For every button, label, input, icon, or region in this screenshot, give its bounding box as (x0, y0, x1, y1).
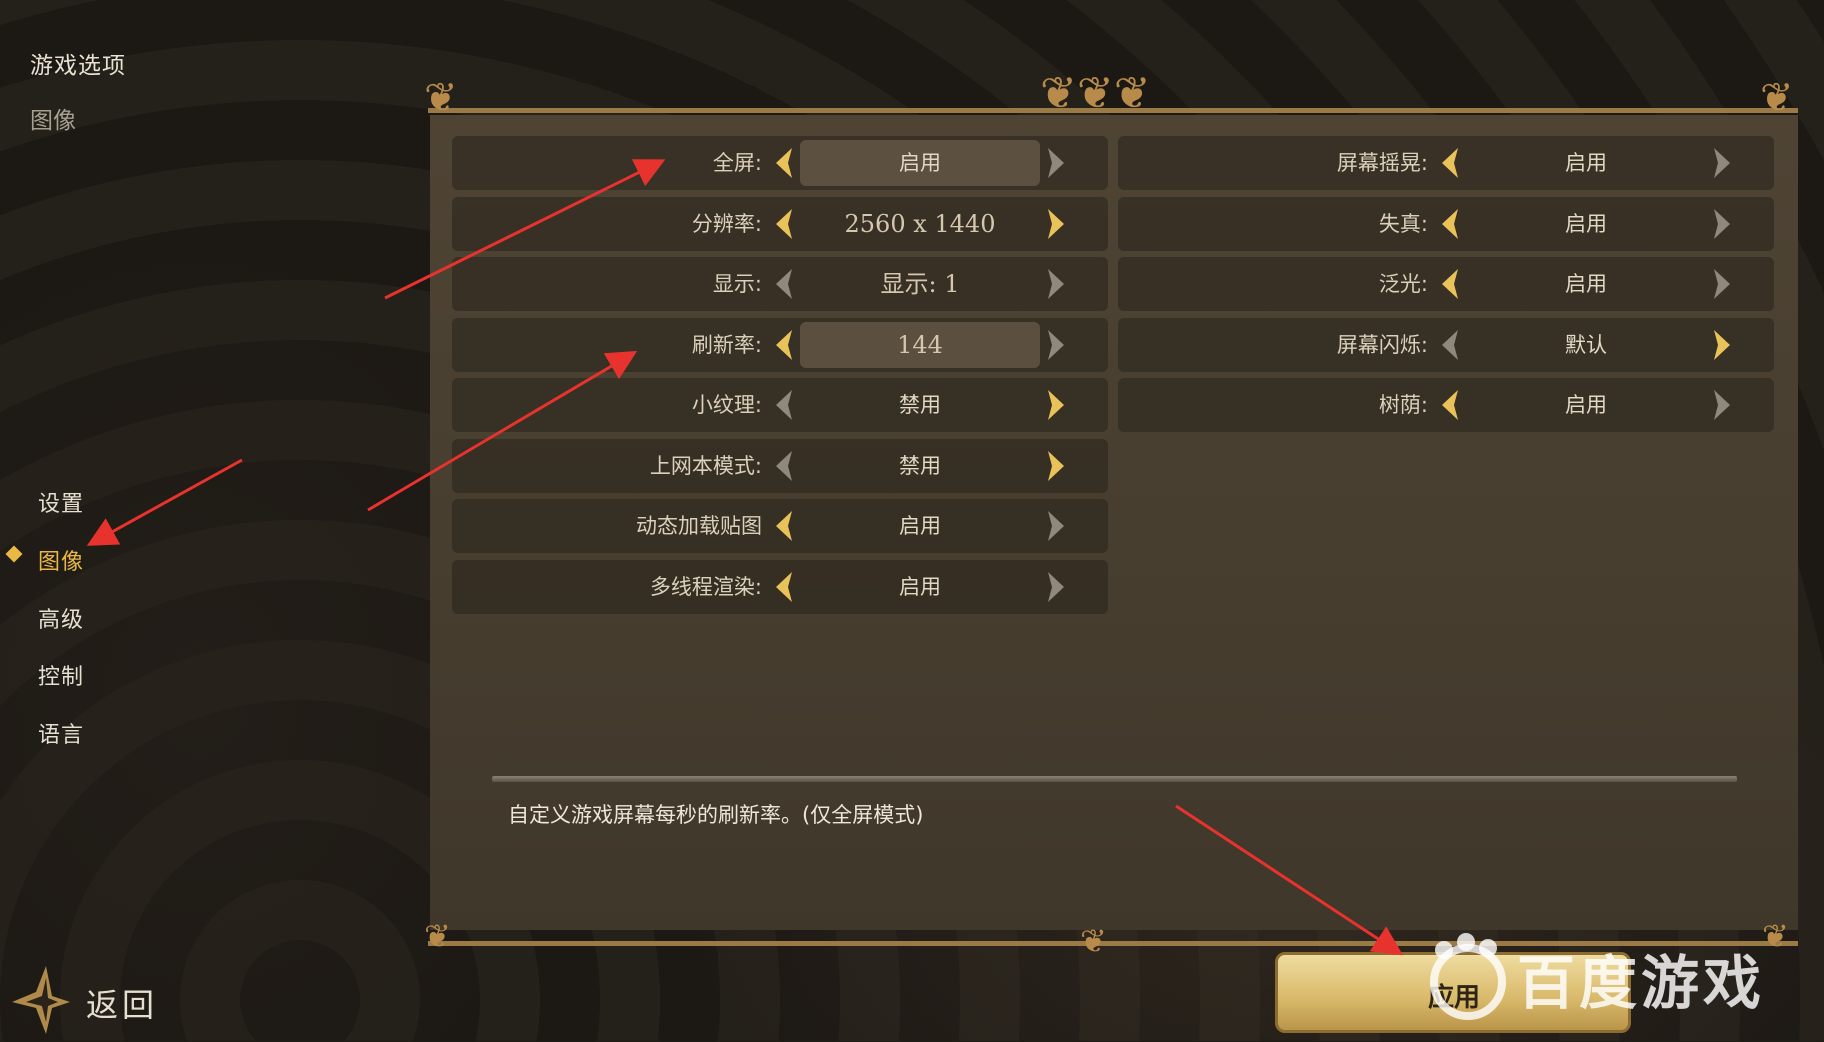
setting-value: 启用 (1565, 211, 1607, 236)
setting-row: 分辨率: 2560 x 1440 (452, 196, 1108, 251)
setting-row: 动态加载贴图 启用 (452, 499, 1108, 553)
chevron-left-icon[interactable] (770, 570, 798, 604)
nav-item-controls[interactable]: 控制 (38, 659, 84, 691)
chevron-right-icon[interactable] (1042, 570, 1070, 604)
chevron-right-icon[interactable] (1708, 267, 1736, 301)
frame-ornament-icon: ❦ (424, 75, 458, 121)
setting-label: 树荫: (1378, 393, 1428, 417)
chevron-right-icon[interactable] (1042, 267, 1070, 301)
divider (492, 776, 1737, 782)
chevron-left-icon[interactable] (770, 449, 798, 483)
setting-row: 多线程渲染: 启用 (452, 559, 1108, 614)
setting-label: 多线程渲染: (649, 574, 762, 599)
setting-label: 刷新率: (691, 332, 762, 357)
back-arrow-icon (12, 966, 70, 1034)
setting-row: 显示: 显示: 1 (452, 257, 1108, 311)
setting-value: 启用 (1565, 151, 1607, 175)
setting-row: 小纹理: 禁用 (452, 378, 1108, 432)
frame-ornament-icon: ❦ (1080, 922, 1107, 960)
setting-row: 树荫: 启用 (1118, 378, 1774, 432)
chevron-right-icon[interactable] (1042, 449, 1070, 483)
setting-label: 小纹理: (691, 393, 762, 417)
paw-logo-icon (1430, 933, 1506, 1020)
setting-row: 泛光: 启用 (1118, 257, 1774, 311)
setting-row: 上网本模式: 禁用 (452, 438, 1108, 493)
back-label: 返回 (86, 986, 159, 1024)
watermark-text: 百度游戏 (1517, 949, 1766, 1017)
setting-value: 禁用 (899, 453, 941, 478)
page-title: 游戏选项 (30, 53, 126, 79)
chevron-right-icon[interactable] (1708, 146, 1736, 180)
chevron-right-icon[interactable] (1042, 509, 1070, 543)
chevron-right-icon[interactable] (1042, 388, 1070, 422)
setting-value: 默认 (1565, 332, 1607, 357)
setting-label: 上网本模式: (649, 453, 762, 478)
setting-row: 屏幕闪烁: 默认 (1118, 317, 1774, 372)
setting-value: 启用 (1565, 272, 1607, 296)
setting-value: 显示: 1 (880, 270, 960, 298)
setting-label: 屏幕摇晃: (1336, 151, 1428, 175)
setting-value: 启用 (800, 140, 1040, 186)
chevron-left-icon[interactable] (1436, 388, 1464, 422)
setting-label: 泛光: (1378, 272, 1428, 296)
chevron-left-icon[interactable] (1436, 207, 1464, 241)
chevron-left-icon[interactable] (770, 388, 798, 422)
setting-label: 动态加载贴图 (636, 514, 762, 538)
chevron-left-icon[interactable] (1436, 328, 1464, 362)
chevron-right-icon[interactable] (1708, 328, 1736, 362)
frame-ornament-icon: ❦ (424, 917, 451, 955)
setting-value: 启用 (1565, 393, 1607, 417)
setting-row: 刷新率: 144 (452, 317, 1108, 372)
setting-label: 屏幕闪烁: (1336, 332, 1428, 357)
setting-label: 失真: (1378, 211, 1428, 236)
breadcrumb: 图像 (30, 108, 76, 134)
back-button[interactable]: 返回 (6, 958, 176, 1038)
setting-row: 全屏: 启用 (452, 136, 1108, 190)
setting-label: 分辨率: (691, 211, 762, 236)
setting-value: 启用 (899, 514, 941, 538)
setting-label: 全屏: (712, 151, 762, 175)
chevron-right-icon[interactable] (1708, 388, 1736, 422)
setting-value: 启用 (899, 574, 941, 599)
nav-item-graphics[interactable]: 图像 (38, 544, 84, 576)
chevron-left-icon[interactable] (770, 328, 798, 362)
setting-value: 禁用 (899, 393, 941, 417)
setting-description: 自定义游戏屏幕每秒的刷新率。(仅全屏模式) (508, 803, 924, 827)
chevron-right-icon[interactable] (1042, 207, 1070, 241)
frame-ornament-icon: ❦❦❦ (1040, 68, 1151, 119)
setting-label: 显示: (712, 272, 762, 296)
setting-row: 屏幕摇晃: 启用 (1118, 136, 1774, 190)
watermark: 百度游戏 (1422, 928, 1812, 1028)
setting-value: 144 (800, 321, 1040, 368)
nav-item-advanced[interactable]: 高级 (38, 602, 84, 634)
chevron-left-icon[interactable] (1436, 146, 1464, 180)
chevron-left-icon[interactable] (770, 267, 798, 301)
nav-item-settings[interactable]: 设置 (38, 486, 84, 518)
setting-value: 2560 x 1440 (844, 209, 996, 238)
chevron-left-icon[interactable] (770, 207, 798, 241)
chevron-left-icon[interactable] (770, 509, 798, 543)
setting-row: 失真: 启用 (1118, 196, 1774, 251)
nav-item-language[interactable]: 语言 (38, 717, 84, 749)
chevron-right-icon[interactable] (1042, 328, 1070, 362)
frame-ornament-icon: ❦ (1760, 75, 1794, 121)
chevron-right-icon[interactable] (1042, 146, 1070, 180)
chevron-left-icon[interactable] (1436, 267, 1464, 301)
chevron-left-icon[interactable] (770, 146, 798, 180)
chevron-right-icon[interactable] (1708, 207, 1736, 241)
